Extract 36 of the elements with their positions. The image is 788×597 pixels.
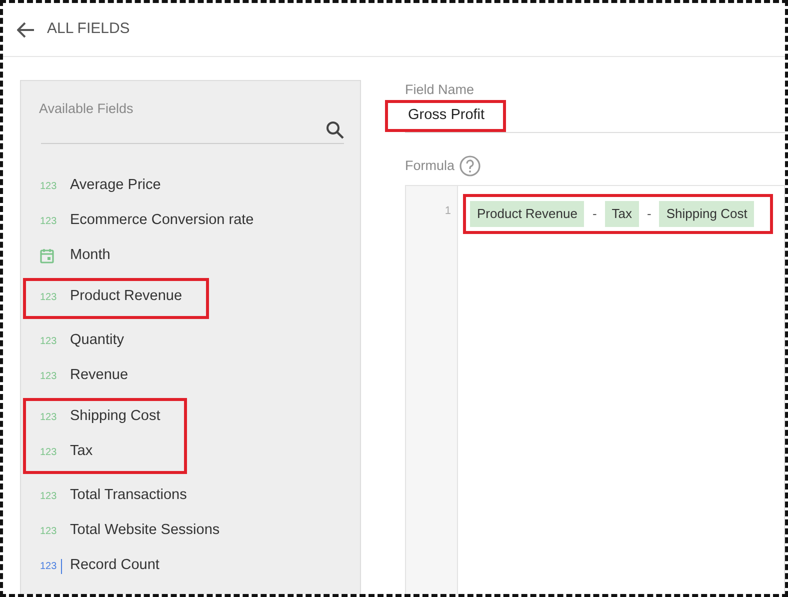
field-item[interactable]: Shipping Cost (70, 406, 160, 428)
type-label: 123 (40, 490, 58, 504)
field-item[interactable]: Total Transactions (70, 485, 187, 508)
field-item[interactable]: Product Revenue (70, 286, 182, 308)
type-label: 123 (40, 410, 58, 425)
field-item[interactable]: Month (70, 245, 110, 268)
field-chip: Tax (604, 201, 640, 227)
field-item[interactable]: Revenue (70, 365, 128, 388)
type-label: 123 (40, 180, 58, 194)
search-icon[interactable] (326, 121, 344, 140)
back-arrow-icon[interactable] (17, 22, 35, 38)
field-item[interactable]: Quantity (70, 330, 124, 352)
page-title: ALL FIELDS (47, 19, 130, 40)
operator: - (592, 205, 597, 224)
formula-label: Formula (405, 156, 455, 175)
calendar-icon (40, 248, 54, 264)
type-label: 123 (40, 558, 62, 574)
line-number: 1 (444, 205, 451, 217)
field-item[interactable]: Average Price (70, 175, 161, 198)
operator: - (647, 205, 652, 224)
type-label: 123 (40, 446, 58, 460)
field-chip: Product Revenue (470, 201, 584, 227)
field-item[interactable]: Record Count (70, 555, 160, 578)
panel-title: Available Fields (39, 100, 134, 118)
type-label: 123 (40, 524, 58, 539)
type-label: 123 (40, 334, 58, 349)
field-item[interactable]: Total Website Sessions (70, 520, 220, 542)
type-label: 123 (40, 214, 58, 229)
type-label: 123 (40, 370, 58, 384)
help-icon[interactable] (458, 155, 481, 177)
field-chip: Shipping Cost (659, 201, 754, 227)
field-item[interactable]: Tax (70, 441, 93, 464)
field-item[interactable]: Ecommerce Conversion rate (70, 210, 254, 232)
field-name-label: Field Name (405, 81, 476, 99)
field-name-input[interactable]: Gross Profit (385, 100, 506, 132)
type-label: 123 (40, 290, 58, 305)
